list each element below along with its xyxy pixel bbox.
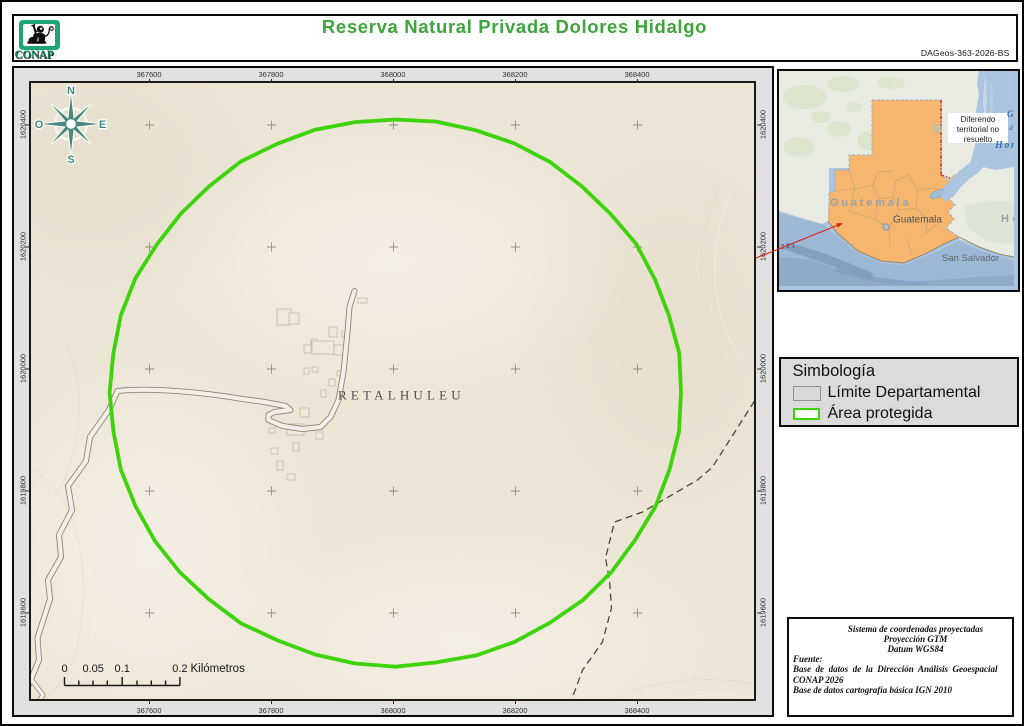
svg-text:territorial no: territorial no [956, 125, 999, 134]
svg-text:Gu: Gu [1007, 109, 1014, 119]
svg-text:B: B [933, 121, 942, 136]
svg-text:0.1: 0.1 [114, 663, 129, 675]
svg-text:resuelto: resuelto [963, 135, 992, 144]
svg-text:d: d [1009, 123, 1013, 132]
svg-text:RETALHULEU: RETALHULEU [338, 388, 465, 403]
svg-text:Diferendo: Diferendo [960, 115, 995, 124]
svg-text:0: 0 [61, 663, 67, 675]
svg-text:0.05: 0.05 [82, 663, 103, 675]
svg-text:Guatemala: Guatemala [830, 197, 911, 209]
svg-text:O: O [34, 119, 43, 131]
svg-text:0.2: 0.2 [172, 663, 187, 675]
svg-text:Hond: Hond [994, 140, 1014, 151]
svg-text:S: S [67, 154, 74, 166]
svg-text:N: N [67, 85, 75, 97]
svg-text:Guatemala: Guatemala [893, 214, 942, 225]
svg-text:Ho: Ho [1001, 213, 1014, 225]
svg-text:E: E [98, 119, 105, 131]
svg-text:San Salvador: San Salvador [942, 253, 999, 264]
svg-text:Kilómetros: Kilómetros [190, 663, 245, 675]
